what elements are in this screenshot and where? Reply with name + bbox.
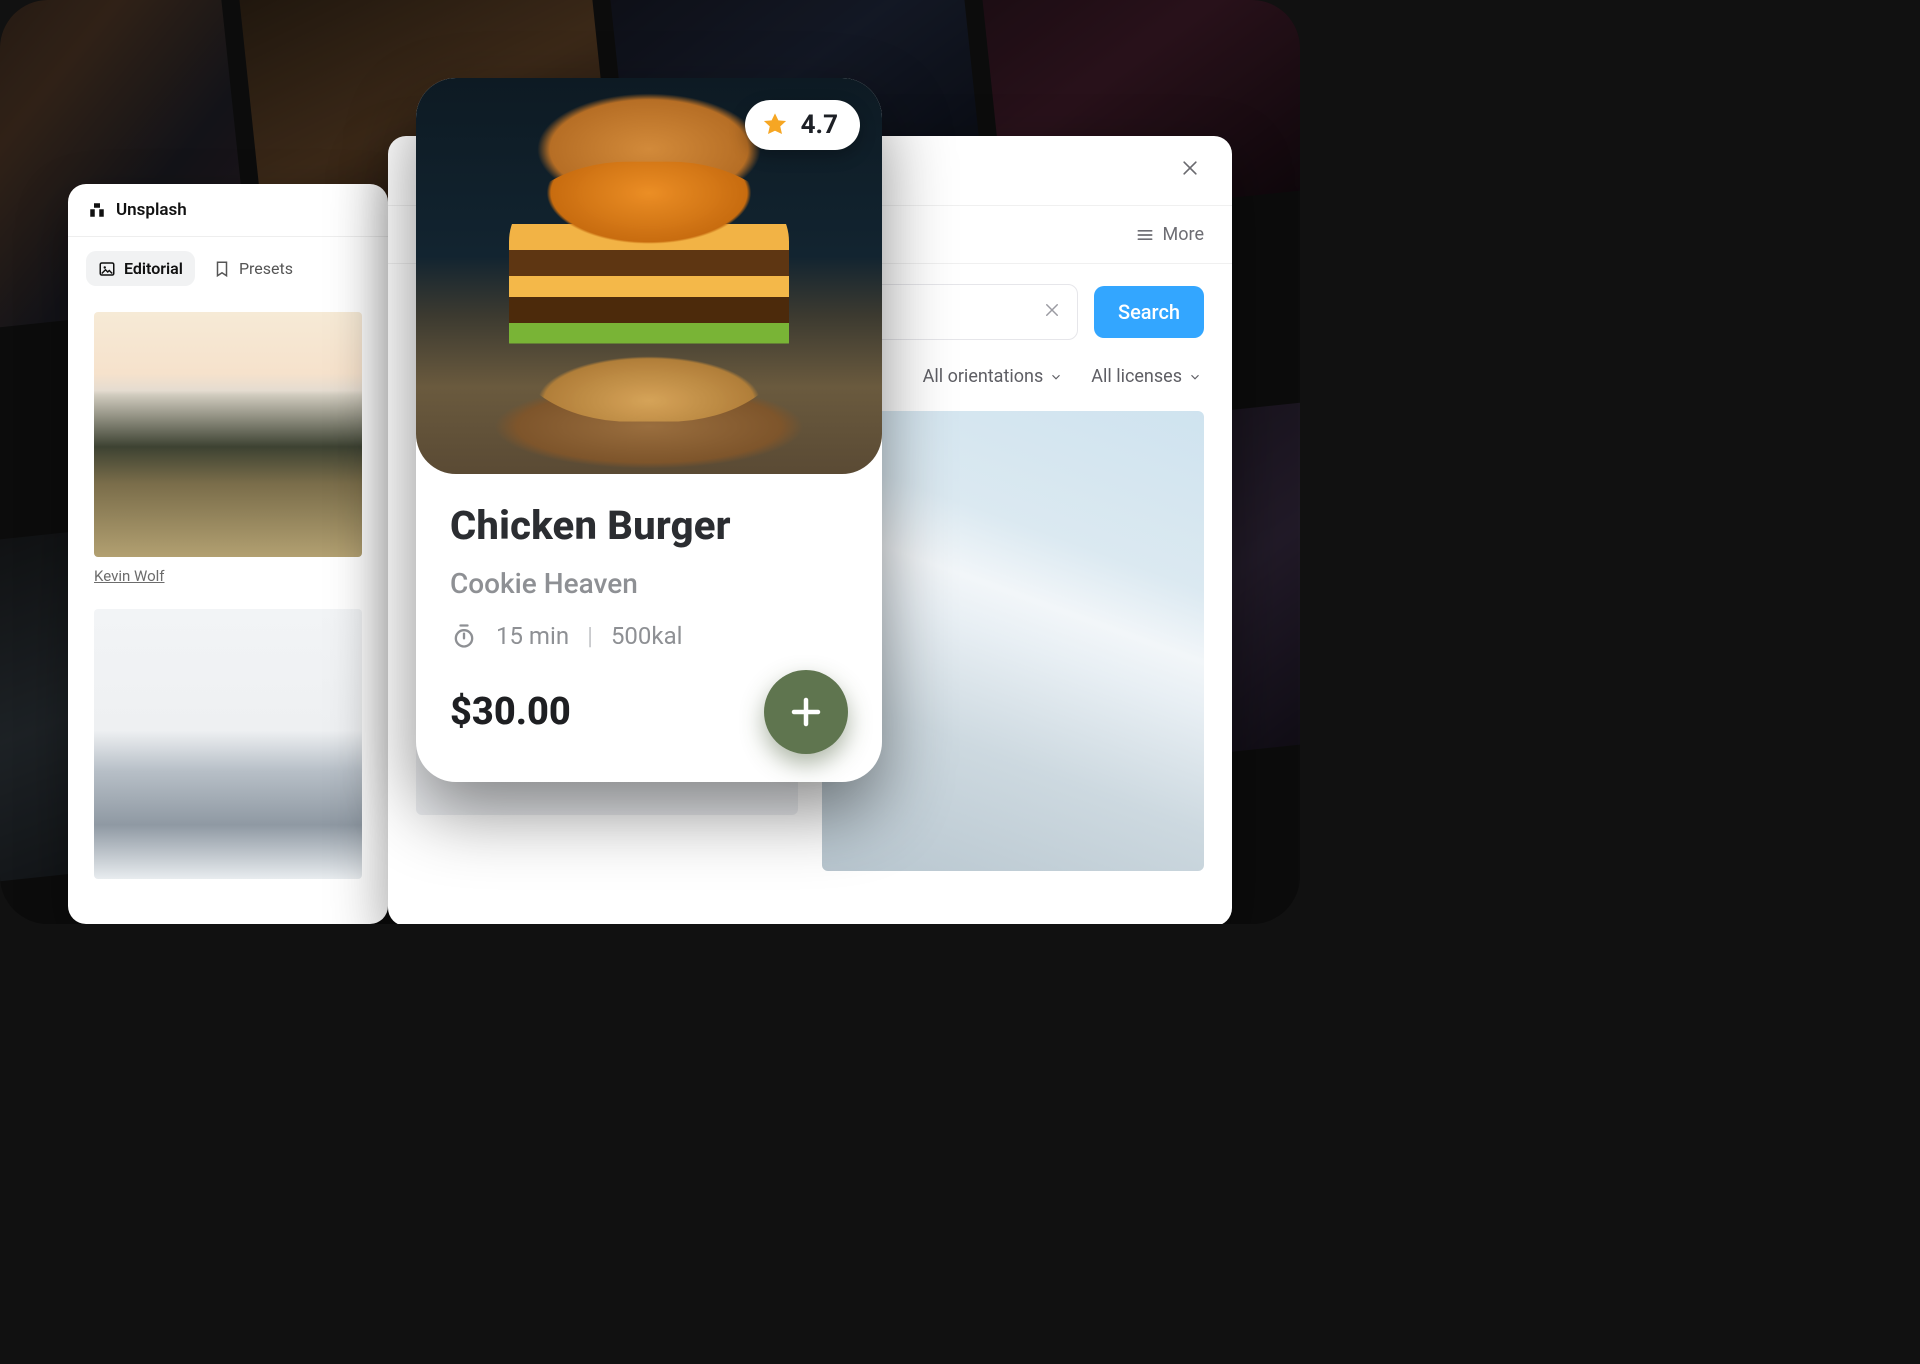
clear-search-button[interactable]: [1043, 300, 1061, 324]
search-button[interactable]: Search: [1094, 286, 1204, 338]
rating-value: 4.7: [801, 110, 838, 140]
timer-icon: [450, 622, 478, 650]
unsplash-logo-icon: [88, 201, 106, 219]
star-icon: [761, 111, 789, 139]
price: $30.00: [450, 690, 571, 734]
panel-header: Unsplash: [68, 184, 388, 237]
tab-label: Presets: [239, 259, 293, 278]
plus-icon: [788, 694, 824, 730]
unsplash-panel-small: Unsplash Editorial Presets Kevin Wolf: [68, 184, 388, 924]
chevron-down-icon: [1188, 370, 1202, 384]
filter-label: All licenses: [1091, 366, 1182, 387]
tab-label: Editorial: [124, 259, 183, 278]
food-card: 4.7 Chicken Burger Cookie Heaven 15 min …: [416, 78, 882, 782]
tabs-row: Editorial Presets: [68, 237, 388, 296]
stage: Unsplash Editorial Presets Kevin Wolf: [0, 0, 1300, 924]
food-image: 4.7: [416, 78, 882, 474]
photo-thumbnail[interactable]: [94, 609, 362, 879]
image-icon: [98, 260, 116, 278]
meta-row: 15 min | 500kal: [450, 622, 848, 650]
filter-label: All orientations: [923, 366, 1044, 387]
more-label: More: [1163, 224, 1204, 245]
license-filter[interactable]: All licenses: [1091, 366, 1202, 387]
calories: 500kal: [611, 622, 683, 650]
close-button[interactable]: [1176, 154, 1204, 187]
more-button[interactable]: More: [1135, 224, 1204, 245]
food-title: Chicken Burger: [450, 502, 848, 549]
menu-icon: [1135, 225, 1155, 245]
photo-thumbnail[interactable]: [94, 312, 362, 557]
separator: |: [587, 622, 593, 650]
orientation-filter[interactable]: All orientations: [923, 366, 1064, 387]
prep-time: 15 min: [496, 622, 569, 650]
chevron-down-icon: [1049, 370, 1063, 384]
rating-badge: 4.7: [745, 100, 860, 150]
photo-credit-link[interactable]: Kevin Wolf: [94, 567, 165, 585]
add-button[interactable]: [764, 670, 848, 754]
tab-editorial[interactable]: Editorial: [86, 251, 195, 286]
brand-label: Unsplash: [116, 200, 187, 220]
bookmark-icon: [213, 260, 231, 278]
tab-presets[interactable]: Presets: [213, 259, 293, 278]
food-subtitle: Cookie Heaven: [450, 567, 848, 600]
